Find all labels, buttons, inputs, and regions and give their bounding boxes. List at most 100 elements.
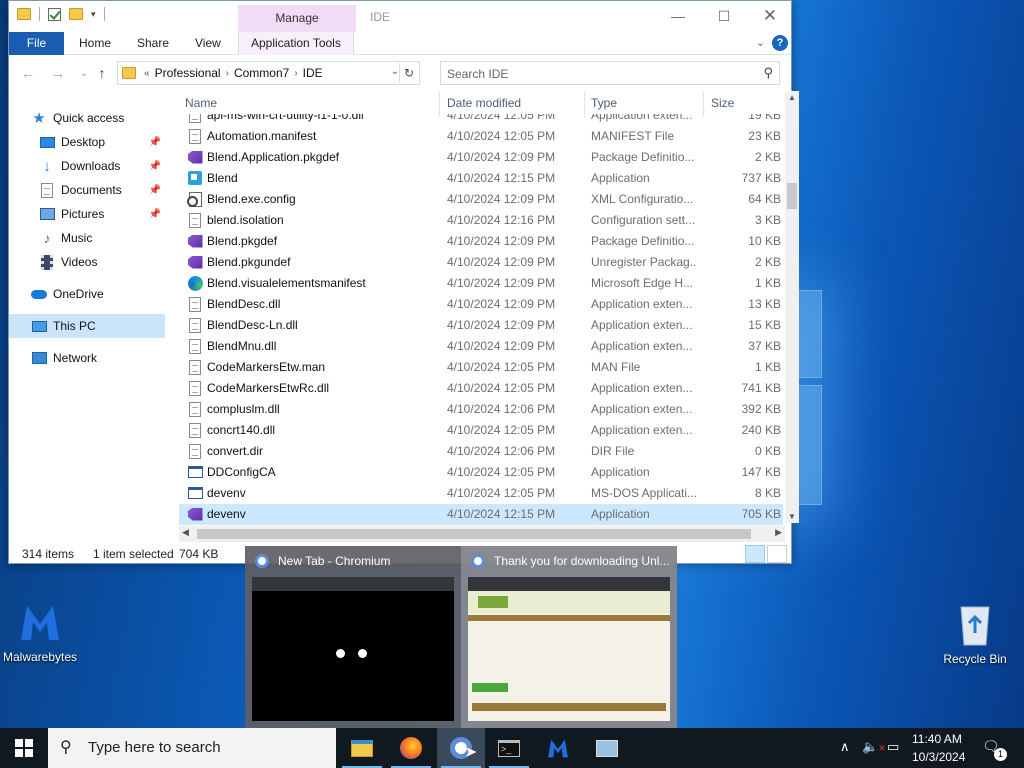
expand-ribbon-icon[interactable]: ⌄ bbox=[756, 36, 765, 49]
table-row[interactable]: Automation.manifest 4/10/2024 12:05 PM MAN… bbox=[179, 126, 783, 147]
close-button[interactable]: ✕ bbox=[747, 1, 793, 31]
pin-icon[interactable]: 📌 bbox=[149, 185, 161, 196]
table-row[interactable]: blend.isolation 4/10/2024 12:16 PM Configu… bbox=[179, 210, 783, 231]
properties-icon[interactable] bbox=[48, 7, 61, 21]
customize-qat-icon[interactable]: ▾ bbox=[91, 9, 96, 20]
thumbnail-new-tab[interactable]: New Tab - Chromium bbox=[245, 546, 461, 728]
table-row[interactable]: devenv 4/10/2024 12:05 PM MS-DOS Applicati… bbox=[179, 483, 783, 504]
column-header-type[interactable]: Type bbox=[591, 96, 617, 110]
table-row[interactable]: BlendDesc-Ln.dll 4/10/2024 12:09 PM Applic… bbox=[179, 315, 783, 336]
breadcrumb-item[interactable]: IDE bbox=[298, 66, 328, 80]
minimize-button[interactable]: — bbox=[655, 1, 701, 31]
file-type: XML Configuratio... bbox=[591, 192, 694, 206]
pin-icon[interactable]: 📌 bbox=[149, 137, 161, 148]
breadcrumb-item[interactable]: Professional bbox=[150, 66, 226, 80]
new-folder-icon[interactable] bbox=[69, 8, 83, 20]
sidebar-item-quick-access[interactable]: ★ Quick access bbox=[31, 106, 187, 130]
document-file-icon bbox=[187, 359, 203, 375]
sidebar-item-onedrive[interactable]: OneDrive bbox=[31, 282, 187, 306]
table-row[interactable]: CodeMarkersEtw.man 4/10/2024 12:05 PM MAN … bbox=[179, 357, 783, 378]
table-row[interactable]: Blend 4/10/2024 12:15 PM Application 737 KB bbox=[179, 168, 783, 189]
desktop-icon-malwarebytes[interactable]: Malwarebytes bbox=[0, 598, 80, 664]
table-row[interactable]: compluslm.dll 4/10/2024 12:06 PM Applicati… bbox=[179, 399, 783, 420]
breadcrumb-item[interactable]: Common7 bbox=[229, 66, 294, 80]
table-row[interactable]: Blend.exe.config 4/10/2024 12:09 PM XML Co… bbox=[179, 189, 783, 210]
search-input[interactable]: Search IDE ⚲ bbox=[440, 61, 780, 85]
desktop-icon-recycle-bin[interactable]: Recycle Bin bbox=[935, 600, 1015, 666]
show-hidden-icons[interactable]: ∧ bbox=[840, 739, 850, 755]
taskbar-search-box[interactable]: ⚲ Type here to search bbox=[48, 728, 336, 768]
tab-application-tools[interactable]: Application Tools bbox=[238, 32, 354, 55]
file-name: devenv bbox=[207, 507, 246, 521]
scrollbar-thumb[interactable] bbox=[787, 183, 797, 209]
vertical-scrollbar[interactable]: ▲ ▼ bbox=[785, 91, 799, 523]
table-row[interactable]: Blend.pkgdef 4/10/2024 12:09 PM Package De… bbox=[179, 231, 783, 252]
taskbar-control-panel[interactable] bbox=[583, 728, 631, 768]
volume-muted-icon[interactable]: 🔈✕ bbox=[862, 739, 886, 755]
sidebar-item-this-pc[interactable]: This PC bbox=[9, 314, 165, 338]
pin-icon[interactable]: 📌 bbox=[149, 161, 161, 172]
scroll-down-icon[interactable]: ▼ bbox=[785, 512, 799, 521]
pin-icon[interactable]: 📌 bbox=[149, 209, 161, 220]
table-row[interactable]: Blend.visualelementsmanifest 4/10/2024 12… bbox=[179, 273, 783, 294]
column-header-date[interactable]: Date modified bbox=[447, 96, 521, 110]
horizontal-scrollbar[interactable]: ◀ ▶ bbox=[179, 526, 785, 542]
tab-file[interactable]: File bbox=[9, 32, 64, 55]
maximize-button[interactable]: ☐ bbox=[701, 1, 747, 31]
tab-share[interactable]: Share bbox=[137, 32, 169, 55]
forward-button[interactable]: → bbox=[47, 63, 69, 83]
back-button[interactable]: ← bbox=[17, 63, 39, 83]
table-row[interactable]: api-ms-win-crt-utility-l1-1-0.dll 4/10/20… bbox=[179, 114, 783, 126]
table-row[interactable]: BlendMnu.dll 4/10/2024 12:09 PM Applicatio… bbox=[179, 336, 783, 357]
manage-context-tab[interactable]: Manage bbox=[238, 5, 356, 32]
tab-home[interactable]: Home bbox=[79, 32, 111, 55]
tab-view[interactable]: View bbox=[195, 32, 221, 55]
sidebar-item-downloads[interactable]: ↓ Downloads 📌 bbox=[39, 154, 165, 178]
sidebar-item-videos[interactable]: Videos bbox=[39, 250, 165, 274]
table-row[interactable]: BlendDesc.dll 4/10/2024 12:09 PM Applicati… bbox=[179, 294, 783, 315]
scrollbar-thumb[interactable] bbox=[197, 529, 751, 539]
taskbar-firefox[interactable] bbox=[387, 728, 435, 768]
chevron-down-icon[interactable]: ⌄ bbox=[391, 66, 399, 77]
taskbar-malwarebytes[interactable] bbox=[534, 728, 582, 768]
large-icons-view-button[interactable] bbox=[767, 545, 787, 563]
start-button[interactable] bbox=[0, 728, 48, 768]
up-button[interactable]: ↑ bbox=[91, 63, 113, 83]
pictures-folder-icon bbox=[39, 206, 55, 222]
table-row[interactable]: Blend.pkgundef 4/10/2024 12:09 PM Unregist… bbox=[179, 252, 783, 273]
sidebar-item-network[interactable]: Network bbox=[31, 346, 187, 370]
table-row[interactable]: concrt140.dll 4/10/2024 12:05 PM Applicati… bbox=[179, 420, 783, 441]
help-icon[interactable]: ? bbox=[772, 35, 788, 51]
sidebar-item-desktop[interactable]: Desktop 📌 bbox=[39, 130, 165, 154]
column-header-name[interactable]: Name bbox=[185, 96, 217, 110]
sidebar-item-label: This PC bbox=[53, 319, 96, 333]
file-name: Blend.exe.config bbox=[207, 192, 296, 206]
table-row[interactable]: DDConfigCA 4/10/2024 12:05 PM Application 1… bbox=[179, 462, 783, 483]
sidebar-item-label: Documents bbox=[61, 183, 122, 197]
table-row[interactable]: Blend.Application.pkgdef 4/10/2024 12:09 … bbox=[179, 147, 783, 168]
address-bar[interactable]: « Professional › Common7 › IDE ⌄ ↻ bbox=[117, 61, 420, 85]
file-type: Application bbox=[591, 171, 650, 185]
clock-time[interactable]: 11:40 AM bbox=[912, 732, 962, 746]
sidebar-item-music[interactable]: ♪ Music bbox=[39, 226, 165, 250]
sidebar-item-documents[interactable]: Documents 📌 bbox=[39, 178, 165, 202]
sidebar-item-pictures[interactable]: Pictures 📌 bbox=[39, 202, 165, 226]
column-header-size[interactable]: Size bbox=[711, 96, 734, 110]
thumbnail-download-page[interactable]: Thank you for downloading Unl... bbox=[461, 546, 677, 728]
table-row[interactable]: CodeMarkersEtwRc.dll 4/10/2024 12:05 PM Ap… bbox=[179, 378, 783, 399]
taskbar-chromium[interactable]: ➤ bbox=[437, 728, 485, 768]
network-status-icon[interactable]: ▭ bbox=[887, 739, 899, 755]
table-row[interactable]: convert.dir 4/10/2024 12:06 PM DIR File 0 K… bbox=[179, 441, 783, 462]
taskbar-file-explorer[interactable] bbox=[338, 728, 386, 768]
taskbar-terminal[interactable]: >_ bbox=[485, 728, 533, 768]
table-row[interactable]: devenv 4/10/2024 12:15 PM Application 705 K… bbox=[179, 504, 783, 525]
clock-date[interactable]: 10/3/2024 bbox=[912, 750, 965, 764]
file-size: 0 KB bbox=[754, 444, 781, 458]
edge-html-icon bbox=[187, 275, 203, 291]
scroll-right-icon[interactable]: ▶ bbox=[775, 527, 782, 538]
details-view-button[interactable] bbox=[745, 545, 765, 563]
refresh-icon[interactable]: ↻ bbox=[399, 63, 418, 83]
file-name: Blend.Application.pkgdef bbox=[207, 150, 340, 164]
scroll-up-icon[interactable]: ▲ bbox=[785, 91, 799, 102]
scroll-left-icon[interactable]: ◀ bbox=[182, 527, 189, 538]
